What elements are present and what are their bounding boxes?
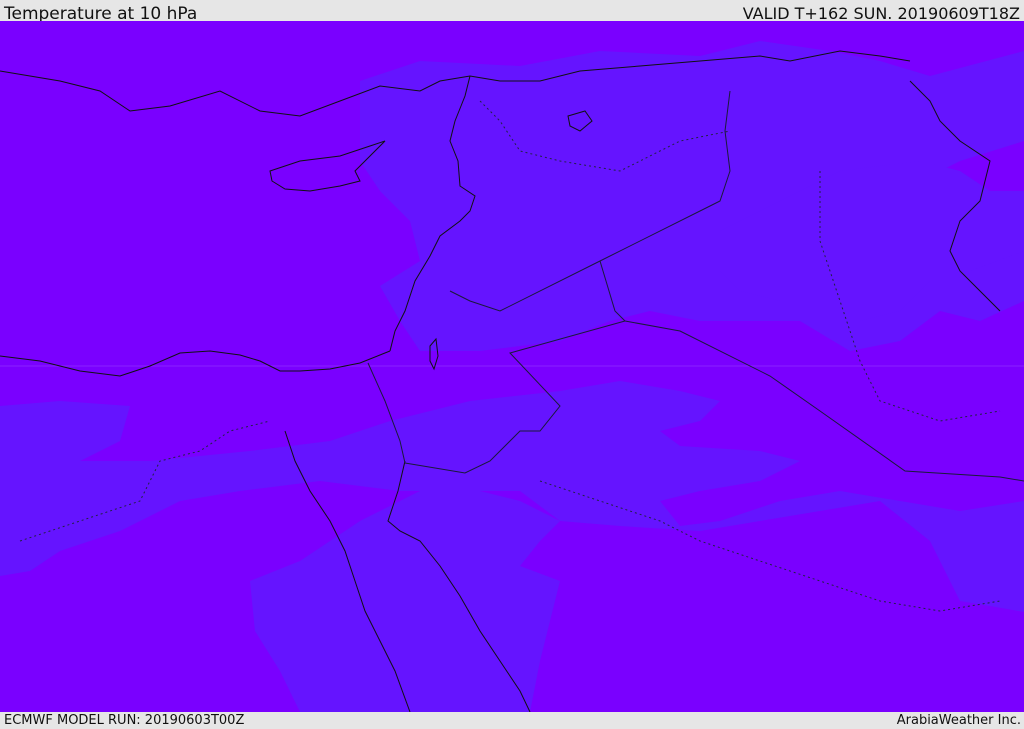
footer-bar: ECMWF MODEL RUN: 20190603T00Z ArabiaWeat…	[0, 712, 1024, 729]
header-bar: Temperature at 10 hPa VALID T+162 SUN. 2…	[0, 0, 1024, 24]
credit: ArabiaWeather Inc.	[896, 713, 1021, 728]
weather-map[interactable]	[0, 21, 1024, 712]
model-run: ECMWF MODEL RUN: 20190603T00Z	[4, 713, 245, 728]
map-canvas	[0, 21, 1024, 712]
